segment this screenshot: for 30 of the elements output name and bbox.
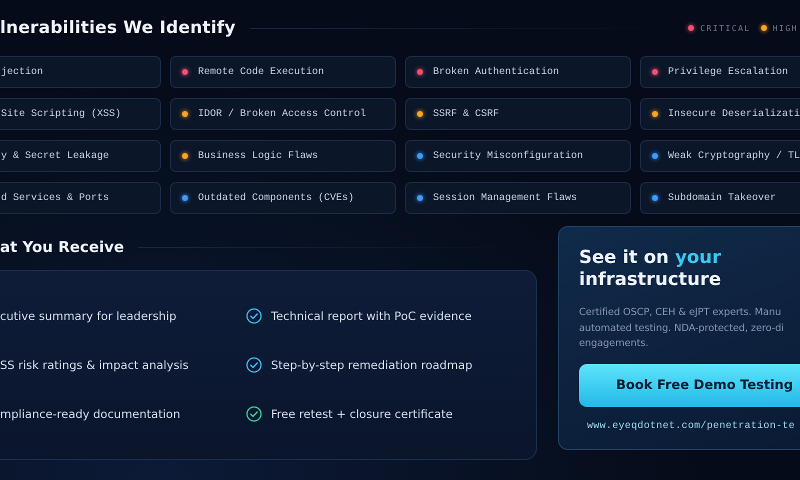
section-title: at You Receive xyxy=(0,238,124,256)
deliverable-text: mpliance-ready documentation xyxy=(0,407,180,421)
deliverable-text: Free retest + closure certificate xyxy=(271,407,453,421)
vulnerability-card: Session Management Flaws xyxy=(405,182,631,214)
vulnerability-card: Remote Code Execution xyxy=(170,56,396,88)
vulnerability-card: d Services & Ports xyxy=(0,182,161,214)
deliverable-text: Technical report with PoC evidence xyxy=(271,309,472,323)
vulnerability-card: Weak Cryptography / TL xyxy=(640,140,800,172)
vulnerability-card: IDOR / Broken Access Control xyxy=(170,98,396,130)
vulnerability-card: Broken Authentication xyxy=(405,56,631,88)
legend-item: HIGH xyxy=(760,24,798,32)
cta-title: See it on your infrastructure xyxy=(579,247,722,291)
vulnerability-card: SSRF & CSRF xyxy=(405,98,631,130)
vulnerability-card: Site Scripting (XSS) xyxy=(0,98,161,130)
vulnerability-card: Subdomain Takeover xyxy=(640,182,800,214)
vulnerability-card: Security Misconfiguration xyxy=(405,140,631,172)
vulnerability-card: Privilege Escalation xyxy=(640,56,800,88)
vulnerability-card: Insecure Deserializati xyxy=(640,98,800,130)
deliverable-text: Step-by-step remediation roadmap xyxy=(271,358,472,372)
website-link[interactable]: www.eyeqdotnet.com/penetration-te xyxy=(587,420,800,432)
vulnerability-card: Business Logic Flaws xyxy=(170,140,396,172)
cta-description: Certified OSCP, CEH & eJPT experts. Manu automated testing. NDA-protected, zero-di engagements. xyxy=(579,306,785,351)
section-title: lnerabilities We Identify xyxy=(0,18,236,38)
vulnerability-card: y & Secret Leakage xyxy=(0,140,161,172)
deliverable-text: cutive summary for leadership xyxy=(0,309,176,323)
vulnerability-card: jection xyxy=(0,56,161,88)
legend-item: CRITICAL xyxy=(688,24,751,32)
vulnerability-card: Outdated Components (CVEs) xyxy=(170,182,396,214)
deliverable-text: SS risk ratings & impact analysis xyxy=(0,358,189,372)
book-demo-button[interactable]: Book Free Demo Testing xyxy=(579,364,800,406)
